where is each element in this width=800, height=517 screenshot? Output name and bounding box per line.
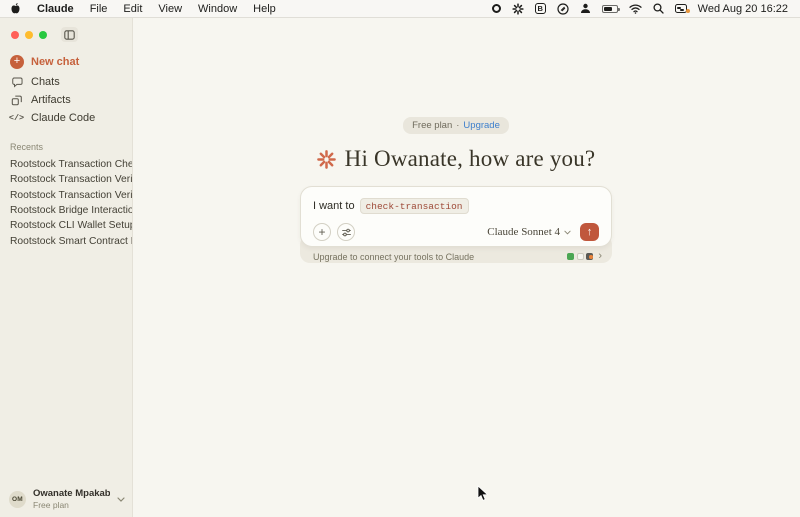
claude-app-window: + New chat Chats <box>0 18 800 517</box>
sidebar-nav: Chats Artifacts </> Claude Code <box>0 74 132 126</box>
sidebar-item-chats[interactable]: Chats <box>0 74 132 90</box>
recents-list: Rootstock Transaction Check Rootstock Tr… <box>0 157 132 249</box>
menu-bar: Claude File Edit View Window Help B <box>0 0 800 18</box>
recent-chat-item[interactable]: Rootstock Smart Contract Deploy... <box>0 233 132 248</box>
menu-file[interactable]: File <box>90 3 108 15</box>
menu-view[interactable]: View <box>158 3 182 15</box>
control-center-icon[interactable] <box>675 2 687 15</box>
prompt-text: I want to <box>313 200 355 212</box>
plan-label: Free plan <box>412 120 452 131</box>
minimize-window-button[interactable] <box>25 31 33 39</box>
command-chip[interactable]: check-transaction <box>360 198 469 214</box>
tools-button[interactable] <box>337 223 355 241</box>
connector-icon-green <box>567 253 574 260</box>
sliders-icon <box>341 227 352 238</box>
connector-app-icons <box>567 253 593 260</box>
banner-text: Upgrade to connect your tools to Claude <box>313 252 474 262</box>
spotlight-icon[interactable] <box>653 2 664 15</box>
menu-help[interactable]: Help <box>253 3 276 15</box>
zoom-window-button[interactable] <box>39 31 47 39</box>
composer-input-text[interactable]: I want to check-transaction <box>313 198 599 214</box>
b-app-icon[interactable]: B <box>535 3 546 14</box>
sidebar-item-claude-code[interactable]: </> Claude Code <box>0 110 132 126</box>
upgrade-link[interactable]: Upgrade <box>463 120 499 131</box>
plus-icon: + <box>10 55 24 69</box>
recent-chat-item[interactable]: Rootstock Bridge Interaction <box>0 203 132 218</box>
paperclip-icon[interactable] <box>557 2 569 15</box>
wifi-icon[interactable] <box>629 2 642 15</box>
arrow-up-icon: ↑ <box>587 226 593 238</box>
recent-chat-item[interactable]: Rootstock Transaction Verification <box>0 172 132 187</box>
chevron-down-icon <box>564 230 571 235</box>
sidebar-item-artifacts[interactable]: Artifacts <box>0 92 132 108</box>
user-icon[interactable] <box>580 2 591 15</box>
plan-badge: Free plan · Upgrade <box>403 117 509 134</box>
sidebar: + New chat Chats <box>0 18 133 517</box>
chevron-down-icon <box>117 497 125 502</box>
desktop: Claude File Edit View Window Help B <box>0 0 800 517</box>
window-controls <box>0 18 132 42</box>
account-plan: Free plan <box>33 500 110 510</box>
artifacts-icon <box>10 94 23 106</box>
greeting-text: Hi Owanate, how are you? <box>345 146 596 172</box>
model-name: Claude Sonnet 4 <box>487 226 560 238</box>
record-circle-icon[interactable] <box>492 2 501 15</box>
sidebar-item-label: Artifacts <box>31 94 71 106</box>
message-composer[interactable]: I want to check-transaction + <box>300 186 612 247</box>
claude-asterisk-icon[interactable] <box>512 2 524 15</box>
sidebar-item-label: Chats <box>31 76 60 88</box>
greeting-row: Hi Owanate, how are you? <box>317 146 596 172</box>
menu-clock[interactable]: Wed Aug 20 16:22 <box>698 3 788 15</box>
menu-edit[interactable]: Edit <box>123 3 142 15</box>
new-chat-label: New chat <box>31 56 79 68</box>
chevron-right-icon: › <box>598 251 602 262</box>
model-selector[interactable]: Claude Sonnet 4 <box>487 226 571 238</box>
sidebar-item-label: Claude Code <box>31 112 95 124</box>
plus-icon: + <box>318 225 325 239</box>
battery-icon[interactable] <box>602 2 618 15</box>
plan-separator: · <box>456 120 459 131</box>
code-icon: </> <box>10 113 23 123</box>
main-area: Free plan · Upgrade Hi Owanate, how are … <box>133 18 800 517</box>
menu-window[interactable]: Window <box>198 3 237 15</box>
account-menu[interactable]: OM Owanate Mpakaboari A... Free plan <box>9 488 125 510</box>
recents-heading: Recents <box>10 142 132 152</box>
apple-logo-icon[interactable] <box>10 2 21 15</box>
chat-bubble-icon <box>10 76 23 88</box>
account-name: Owanate Mpakaboari A... <box>33 488 110 499</box>
connector-icon-light <box>577 253 584 260</box>
claude-logo-starburst-icon <box>317 150 336 169</box>
send-button[interactable]: ↑ <box>580 223 599 241</box>
close-window-button[interactable] <box>11 31 19 39</box>
attach-button[interactable]: + <box>313 223 331 241</box>
sidebar-toggle-button[interactable] <box>61 27 78 42</box>
new-chat-button[interactable]: + New chat <box>10 54 132 70</box>
recent-chat-item[interactable]: Rootstock Transaction Verification <box>0 188 132 203</box>
menu-app-name[interactable]: Claude <box>37 3 74 15</box>
recent-chat-item[interactable]: Rootstock Transaction Check <box>0 157 132 172</box>
connector-icon-dot <box>586 253 593 260</box>
recent-chat-item[interactable]: Rootstock CLI Wallet Setup <box>0 218 132 233</box>
avatar: OM <box>9 491 26 508</box>
